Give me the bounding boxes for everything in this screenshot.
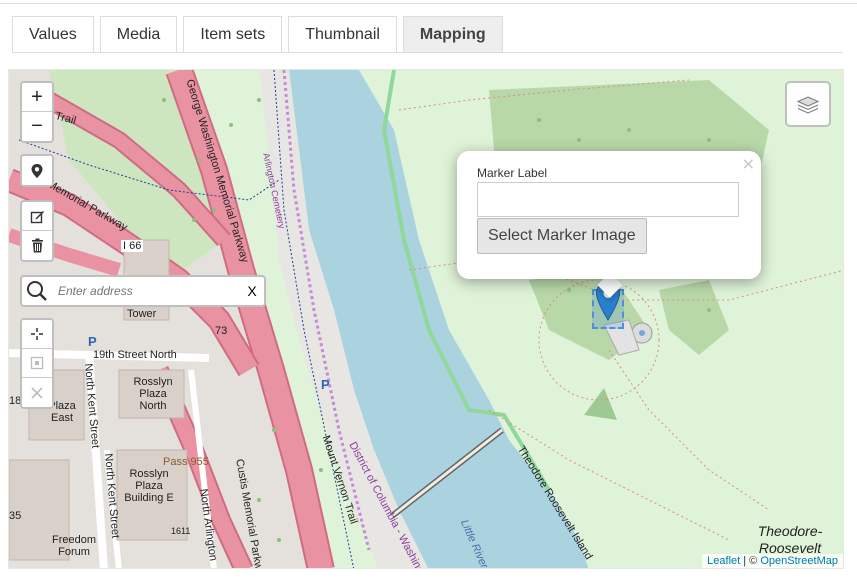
edit-layers-button[interactable] — [22, 202, 52, 231]
edit-control — [20, 200, 54, 262]
map-label-1611: 1611 — [171, 526, 191, 536]
map-label-19th-street: 19th Street North — [93, 349, 177, 361]
tab-mapping[interactable]: Mapping — [402, 16, 503, 52]
parking-icon-2: P — [321, 377, 330, 392]
search-icon[interactable] — [22, 277, 52, 305]
map-canvas[interactable]: Trail George Washington Memorial Parkway… — [8, 69, 844, 569]
clear-search-button[interactable]: X — [240, 283, 264, 299]
map-pin-icon — [31, 163, 43, 178]
zoom-out-button[interactable]: − — [22, 112, 52, 141]
tab-values[interactable]: Values — [12, 16, 94, 52]
attribution-separator: | © — [740, 555, 761, 567]
marker-popup: × Marker Label Select Marker Image — [457, 151, 761, 279]
layers-icon — [796, 96, 820, 114]
default-view-button[interactable] — [22, 349, 52, 378]
marker-label-input[interactable] — [477, 182, 739, 217]
add-marker-button[interactable] — [22, 156, 52, 185]
map-label-route-73: 73 — [215, 325, 228, 337]
map-label-rosslyn-plaza-north: Rosslyn Plaza North — [133, 376, 173, 412]
popup-close-button[interactable]: × — [742, 154, 755, 173]
openstreetmap-link[interactable]: OpenStreetMap — [760, 555, 838, 567]
map-label-pass-955: Pass 955 — [163, 456, 209, 468]
zoom-control: + − — [20, 81, 54, 143]
select-marker-image-button[interactable]: Select Marker Image — [477, 218, 647, 254]
tabs-divider — [12, 52, 843, 53]
tab-item-sets[interactable]: Item sets — [183, 16, 283, 52]
map-attribution: Leaflet | © OpenStreetMap — [702, 554, 843, 568]
top-divider — [0, 0, 857, 4]
tab-media[interactable]: Media — [99, 16, 178, 52]
address-search-input[interactable] — [52, 284, 240, 298]
fit-bounds-button[interactable] — [22, 320, 52, 349]
fit-bounds-control — [20, 318, 54, 409]
edit-icon — [30, 210, 44, 223]
map-label-35: 35 — [9, 510, 22, 522]
marker-label-caption: Marker Label — [477, 166, 548, 180]
close-icon — [31, 386, 43, 399]
clear-default-view-button[interactable] — [22, 378, 52, 407]
map-label-freedom-forum: Freedom Forum — [51, 534, 97, 558]
zoom-in-button[interactable]: + — [22, 83, 52, 112]
parking-icon: P — [88, 334, 97, 349]
section-tabs: Values Media Item sets Thumbnail Mapping — [12, 16, 509, 52]
geocoder-search: X — [20, 275, 266, 307]
map-label-rosslyn-plaza-building-e: Rosslyn Plaza Building E — [124, 468, 174, 504]
crosshair-icon — [31, 328, 43, 340]
layers-button[interactable] — [785, 81, 831, 127]
locate-control — [20, 154, 54, 187]
tab-thumbnail[interactable]: Thumbnail — [288, 16, 397, 52]
leaflet-link[interactable]: Leaflet — [707, 555, 740, 567]
trash-icon — [31, 238, 43, 253]
map-label-theodore-roosevelt: Theodore-Roosevelt — [757, 523, 823, 556]
map-label-tower: Tower — [127, 308, 157, 320]
frame-icon — [30, 356, 44, 370]
delete-layers-button[interactable] — [22, 231, 52, 260]
map-label-i66: I 66 — [121, 240, 144, 252]
